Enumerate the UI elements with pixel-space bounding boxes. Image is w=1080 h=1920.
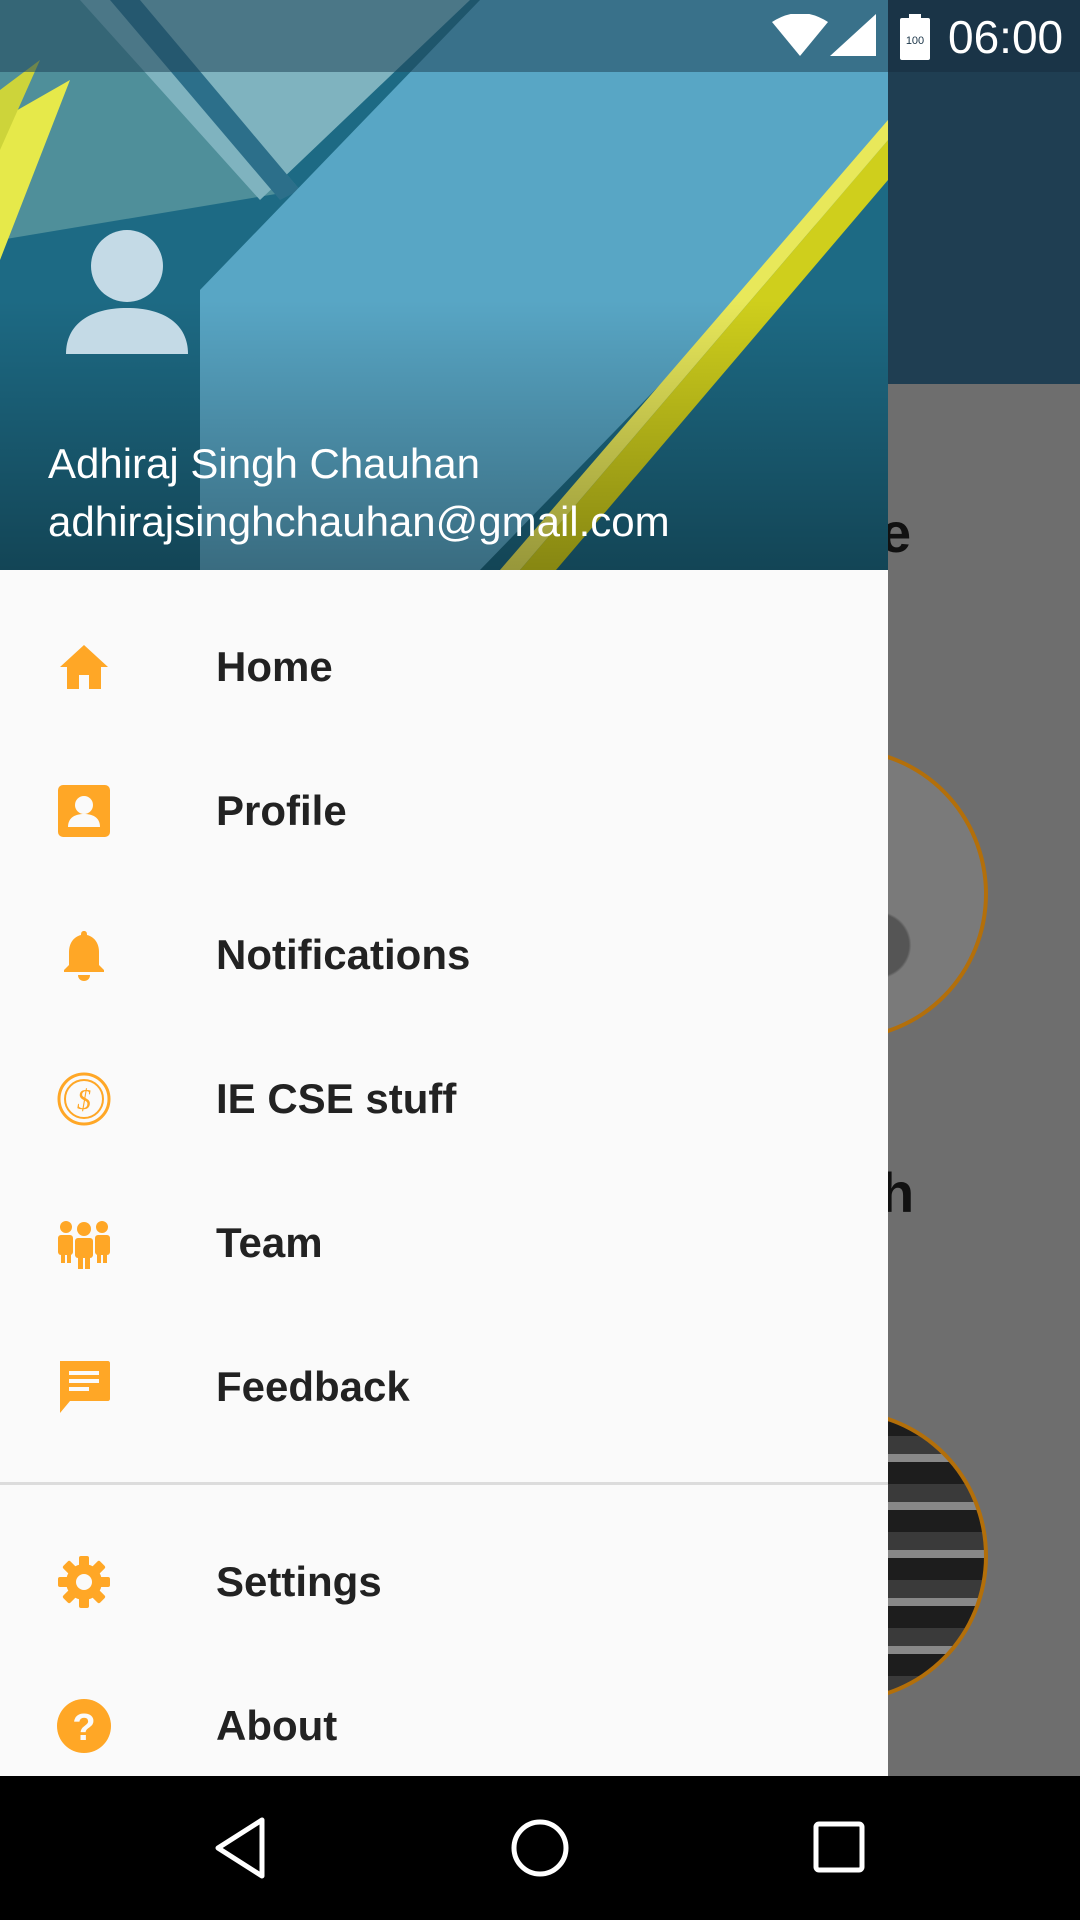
nav-item-label: Settings — [216, 1558, 382, 1605]
nav-item-label: Home — [216, 643, 333, 690]
battery-icon: 100 — [900, 14, 930, 60]
nav-item-notifications[interactable]: Notifications — [0, 883, 888, 1027]
person-icon[interactable] — [60, 226, 194, 354]
nav-item-team[interactable]: Team — [0, 1171, 888, 1315]
coin-icon: $ — [57, 1072, 111, 1126]
svg-text:$: $ — [77, 1085, 91, 1116]
system-navigation-bar — [0, 1776, 1080, 1920]
nav-item-label: About — [216, 1702, 338, 1749]
home-icon — [60, 645, 108, 689]
nav-item-ie-cse-stuff[interactable]: $ IE CSE stuff — [0, 1027, 888, 1171]
nav-item-settings[interactable]: Settings — [0, 1510, 888, 1654]
status-bar: 100 06:00 — [0, 0, 1080, 72]
nav-item-label: Notifications — [216, 931, 471, 978]
back-icon[interactable] — [212, 1816, 268, 1880]
nav-item-profile[interactable]: Profile — [0, 739, 888, 883]
team-icon — [58, 1221, 110, 1269]
home-circle-icon[interactable] — [509, 1816, 571, 1880]
nav-item-about[interactable]: ? About — [0, 1654, 888, 1776]
status-clock: 06:00 — [948, 11, 1064, 63]
bell-icon — [64, 931, 104, 981]
profile-icon — [58, 785, 110, 837]
navigation-drawer: Adhiraj Singh Chauhan adhirajsinghchauha… — [0, 0, 888, 1776]
nav-item-label: Profile — [216, 787, 347, 834]
nav-item-home[interactable]: Home — [0, 595, 888, 739]
cell-signal-icon — [830, 14, 876, 56]
user-name: Adhiraj Singh Chauhan — [48, 440, 480, 487]
wifi-icon — [772, 14, 828, 56]
battery-level: 100 — [906, 35, 924, 47]
drawer-header: Adhiraj Singh Chauhan adhirajsinghchauha… — [0, 0, 888, 570]
nav-item-label: Feedback — [216, 1363, 410, 1410]
nav-item-feedback[interactable]: Feedback — [0, 1315, 888, 1459]
svg-text:?: ? — [72, 1707, 95, 1749]
user-email: adhirajsinghchauhan@gmail.com — [48, 498, 670, 545]
help-icon: ? — [57, 1699, 111, 1753]
nav-item-label: Team — [216, 1219, 323, 1266]
nav-item-label: IE CSE stuff — [216, 1075, 457, 1122]
gear-icon — [58, 1556, 110, 1608]
feedback-icon — [60, 1361, 110, 1413]
recents-icon[interactable] — [812, 1816, 868, 1880]
drawer-divider — [0, 1482, 888, 1485]
